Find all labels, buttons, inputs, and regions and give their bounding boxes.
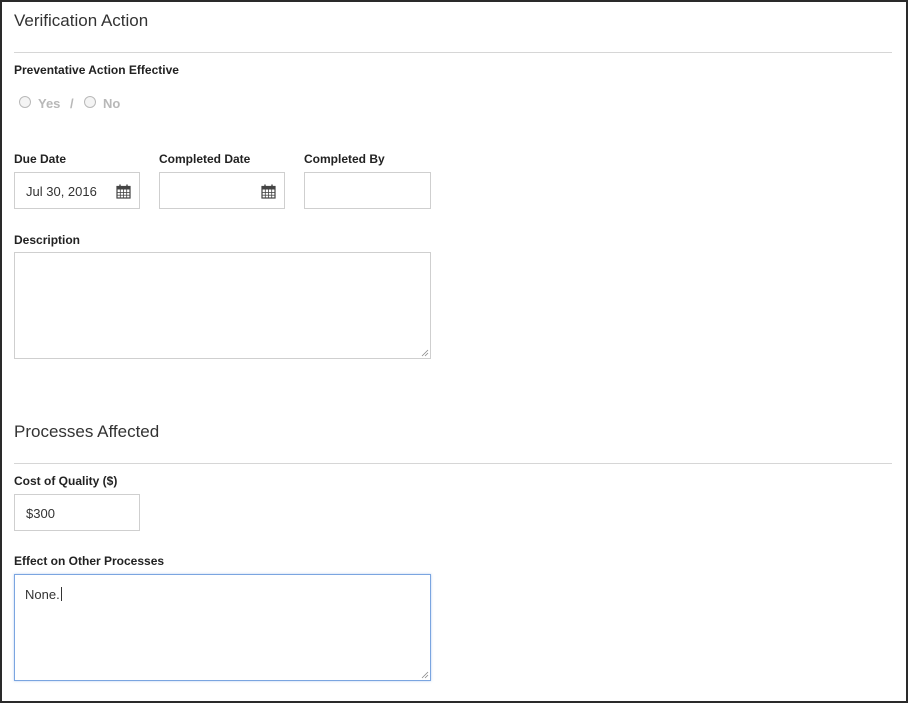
no-radio[interactable]: [84, 96, 96, 108]
effect-textarea[interactable]: None.: [14, 574, 431, 681]
due-date-label: Due Date: [14, 152, 67, 166]
section-divider: [14, 463, 892, 464]
processes-affected-title: Processes Affected: [14, 422, 160, 441]
description-textarea[interactable]: [14, 252, 431, 359]
cost-value: $300: [26, 506, 55, 521]
resize-grip-icon[interactable]: [421, 349, 429, 357]
resize-grip-icon[interactable]: [421, 671, 429, 679]
due-date-value: Jul 30, 2016: [26, 184, 97, 199]
cost-label: Cost of Quality ($): [14, 474, 118, 488]
text-caret: [60, 587, 62, 601]
no-label: No: [103, 96, 121, 111]
due-date-input[interactable]: Jul 30, 2016: [14, 172, 140, 209]
effective-label: Preventative Action Effective: [14, 63, 179, 77]
effect-value: None.: [25, 587, 60, 602]
effect-label: Effect on Other Processes: [14, 554, 165, 568]
radio-separator: /: [70, 96, 74, 111]
calendar-icon[interactable]: [116, 184, 131, 199]
verification-action-title: Verification Action: [14, 11, 149, 30]
section-divider: [14, 52, 892, 53]
yes-radio[interactable]: [19, 96, 31, 108]
cost-input[interactable]: $300: [14, 494, 140, 531]
effect-value-wrap: None.: [25, 587, 62, 602]
calendar-icon[interactable]: [261, 184, 276, 199]
completed-by-label: Completed By: [304, 152, 385, 166]
description-label: Description: [14, 233, 81, 247]
completed-date-input[interactable]: [159, 172, 285, 209]
completed-date-label: Completed Date: [159, 152, 251, 166]
yes-label: Yes: [38, 96, 61, 111]
completed-by-input[interactable]: [304, 172, 431, 209]
form-panel: Verification Action Preventative Action …: [0, 0, 908, 703]
